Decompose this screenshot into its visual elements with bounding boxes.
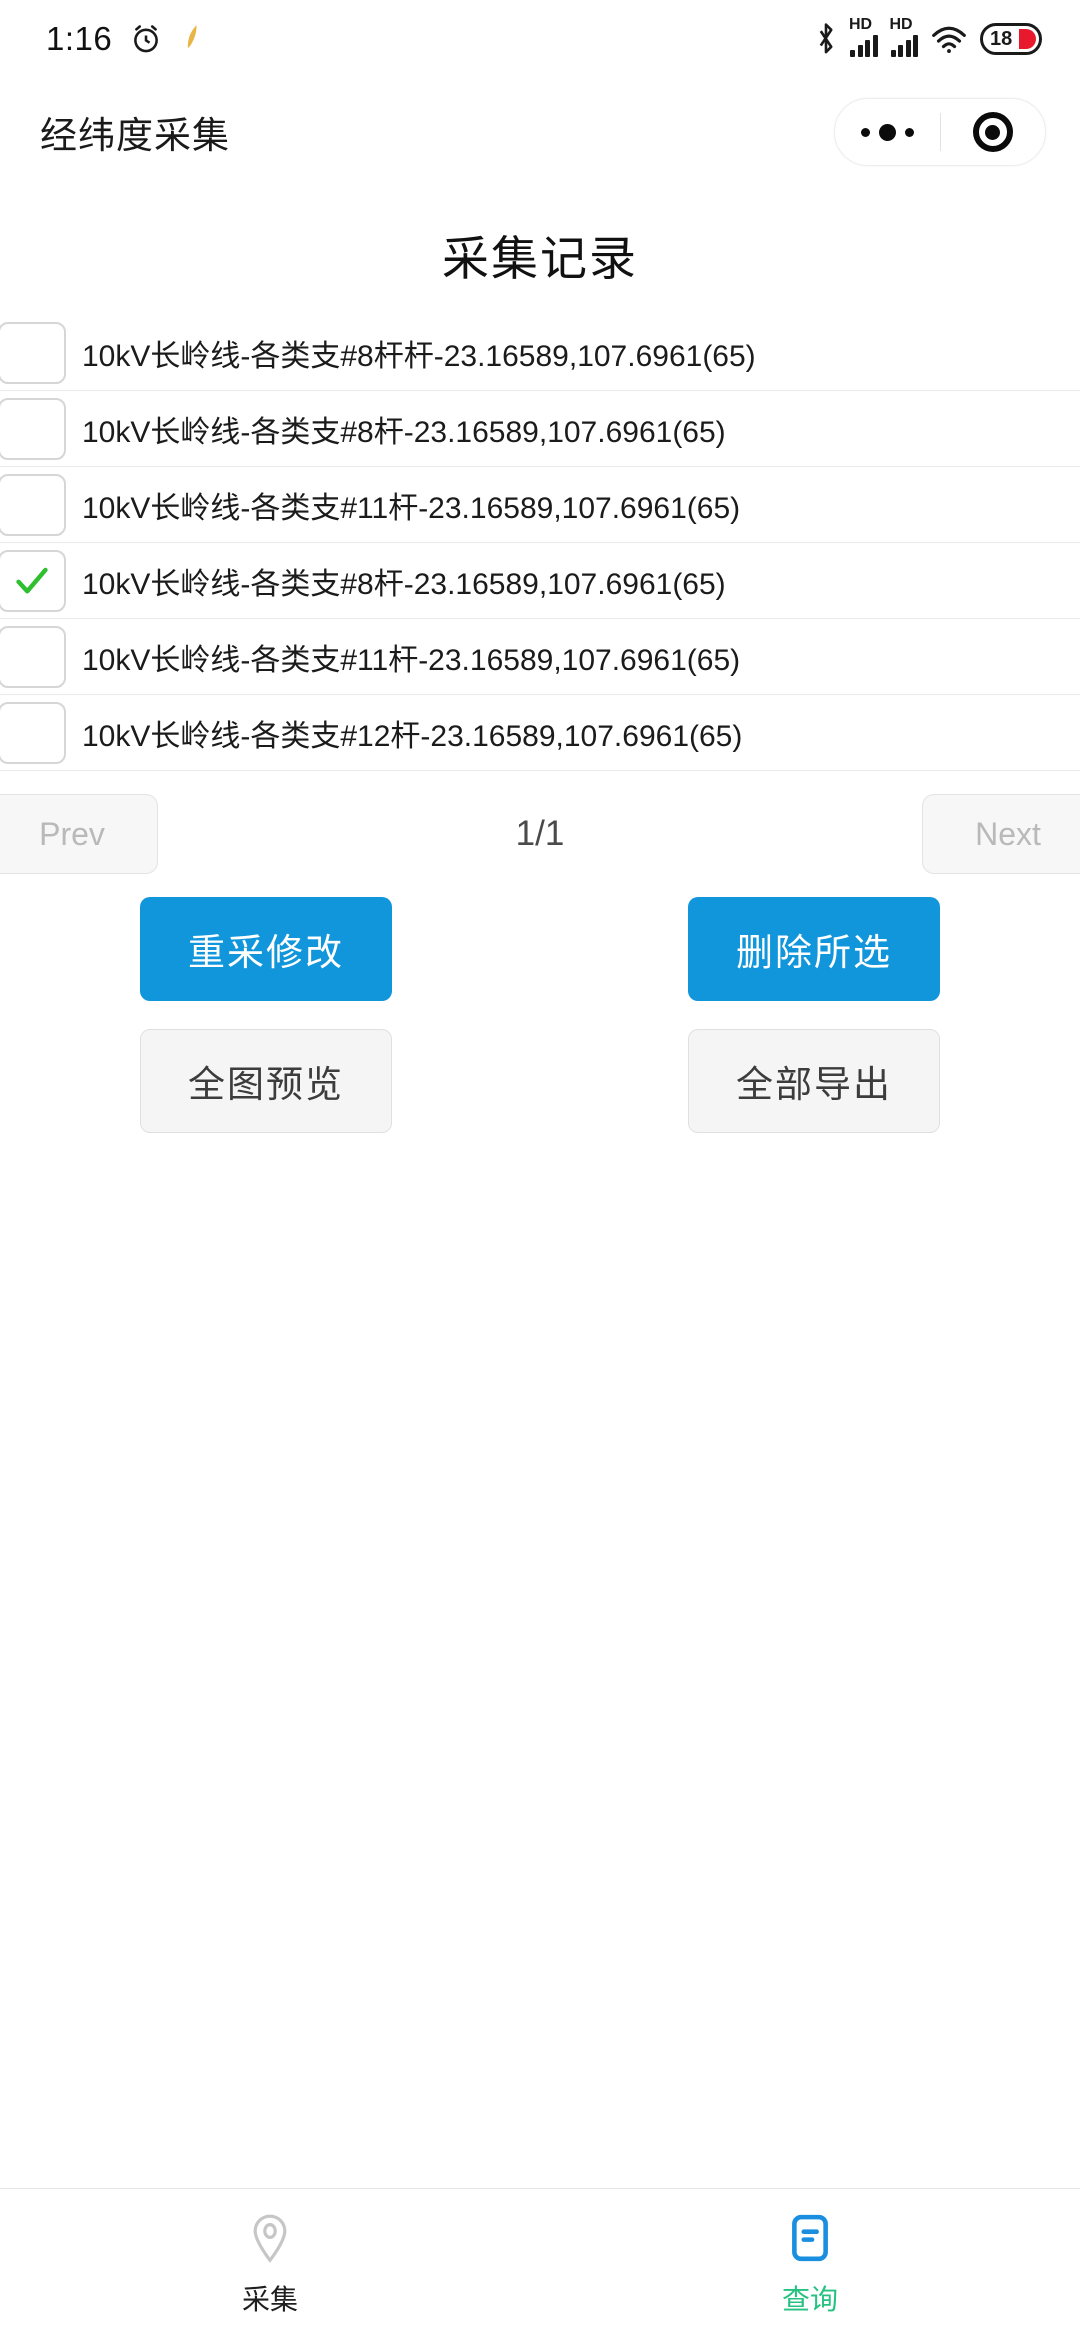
table-row[interactable]: 10kV长岭线-各类支#8杆杆-23.16589,107.6961(65) <box>0 315 1080 391</box>
signal-bars-1 <box>850 35 878 57</box>
prev-page-button[interactable]: Prev <box>0 794 158 874</box>
record-label: 10kV长岭线-各类支#8杆-23.16589,107.6961(65) <box>82 415 726 449</box>
action-buttons: 重采修改 删除所选 全图预览 全部导出 <box>0 875 1080 1133</box>
record-label: 10kV长岭线-各类支#11杆-23.16589,107.6961(65) <box>82 643 741 677</box>
action-row-primary: 重采修改 删除所选 <box>0 897 1080 1001</box>
document-list-icon <box>785 2211 835 2272</box>
record-label: 10kV长岭线-各类支#8杆-23.16589,107.6961(65) <box>82 567 726 601</box>
signal-bars-2 <box>890 35 918 57</box>
pagination: Prev 1/1 Next <box>0 771 1080 875</box>
miniprogram-capsule <box>834 98 1046 166</box>
hd-label-1: HD <box>849 16 873 33</box>
target-circle-icon <box>972 112 1013 152</box>
record-label: 10kV长岭线-各类支#11杆-23.16589,107.6961(65) <box>82 491 741 525</box>
tab-collect[interactable]: 采集 <box>0 2211 540 2318</box>
record-checkbox[interactable] <box>0 397 66 460</box>
battery-fill <box>1019 29 1036 49</box>
battery-indicator: 18 <box>980 23 1042 55</box>
action-row-secondary: 全图预览 全部导出 <box>0 1029 1080 1133</box>
status-time: 1:16 <box>46 20 113 57</box>
record-label: 10kV长岭线-各类支#12杆-23.16589,107.6961(65) <box>82 719 743 753</box>
next-page-button[interactable]: Next <box>922 794 1080 874</box>
status-bar-left: 1:16 <box>46 20 206 58</box>
wifi-icon <box>930 23 968 55</box>
status-bar: 1:16 HD HD 18 <box>0 0 1080 78</box>
hd-label-2: HD <box>889 16 913 33</box>
table-row[interactable]: 10kV长岭线-各类支#8杆-23.16589,107.6961(65) <box>0 391 1080 467</box>
more-dots-icon <box>860 123 914 141</box>
checkmark-icon <box>16 567 48 594</box>
battery-level: 18 <box>990 28 1013 50</box>
table-row[interactable]: 10kV长岭线-各类支#12杆-23.16589,107.6961(65) <box>0 695 1080 771</box>
table-row[interactable]: 10kV长岭线-各类支#11杆-23.16589,107.6961(65) <box>0 619 1080 695</box>
tab-collect-label: 采集 <box>241 2284 298 2315</box>
page-indicator: 1/1 <box>515 814 565 853</box>
app-title: 经纬度采集 <box>40 115 230 156</box>
more-menu-button[interactable] <box>835 123 940 141</box>
app-header: 经纬度采集 <box>0 78 1080 186</box>
record-checkbox[interactable] <box>0 473 66 536</box>
feather-icon <box>180 23 206 55</box>
record-checkbox[interactable] <box>0 701 66 764</box>
close-miniprogram-button[interactable] <box>941 112 1046 152</box>
page-title: 采集记录 <box>442 232 638 285</box>
record-list: 10kV长岭线-各类支#8杆杆-23.16589,107.6961(65) 10… <box>0 315 1080 771</box>
table-row[interactable]: 10kV长岭线-各类支#11杆-23.16589,107.6961(65) <box>0 467 1080 543</box>
bottom-tabbar: 采集 查询 <box>0 2188 1080 2340</box>
record-checkbox[interactable] <box>0 625 66 688</box>
location-pin-icon <box>245 2211 295 2272</box>
recollect-modify-button[interactable]: 重采修改 <box>140 897 392 1001</box>
record-checkbox-checked[interactable] <box>0 549 66 612</box>
record-checkbox[interactable] <box>0 321 66 384</box>
status-bar-right: HD HD 18 <box>815 17 1042 57</box>
alarm-clock-icon <box>129 22 163 56</box>
signal-indicator-1: HD <box>849 17 878 57</box>
app-screen: 1:16 HD HD 18 经纬度采集 采集记录 10kV长岭线-各类支#8杆杆… <box>0 0 1080 2340</box>
bluetooth-icon <box>815 22 837 56</box>
tab-query-label: 查询 <box>781 2284 838 2315</box>
export-all-button[interactable]: 全部导出 <box>688 1029 940 1133</box>
table-row[interactable]: 10kV长岭线-各类支#8杆-23.16589,107.6961(65) <box>0 543 1080 619</box>
record-label: 10kV长岭线-各类支#8杆杆-23.16589,107.6961(65) <box>82 339 756 373</box>
delete-selected-button[interactable]: 删除所选 <box>688 897 940 1001</box>
tab-query[interactable]: 查询 <box>540 2211 1080 2318</box>
signal-indicator-2: HD <box>890 17 918 57</box>
map-preview-button[interactable]: 全图预览 <box>140 1029 392 1133</box>
